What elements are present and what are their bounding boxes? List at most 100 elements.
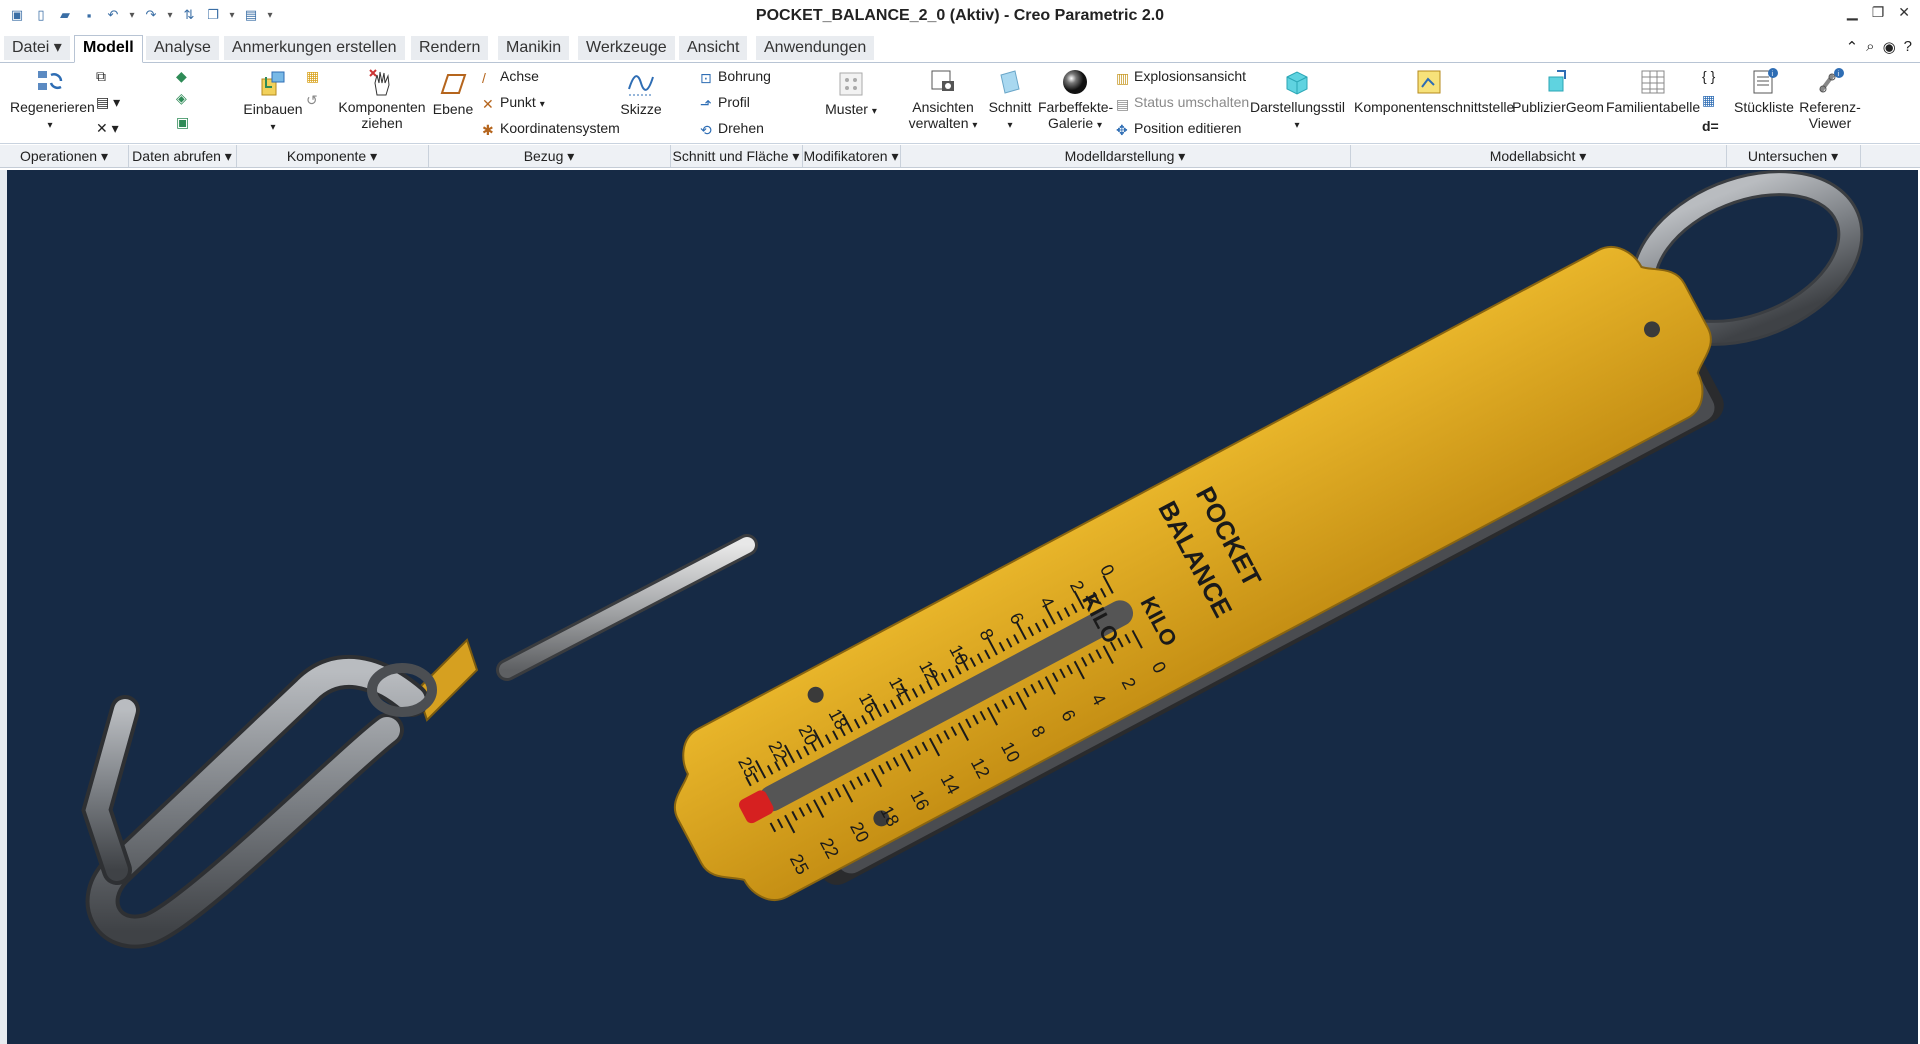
close-icon[interactable]: ✕ xyxy=(1898,4,1910,21)
window-controls: ▁ ❐ ✕ xyxy=(1847,4,1910,21)
group-label: Daten abrufen xyxy=(132,148,221,164)
regenerieren-button[interactable]: Regenerieren ▾ xyxy=(10,67,95,134)
tab-ansicht[interactable]: Ansicht xyxy=(679,36,749,60)
group-komponente[interactable]: Komponente ▾ xyxy=(236,145,429,167)
status-umschalten-label: Status umschalten xyxy=(1134,94,1250,110)
farbeffekte-galerie-button[interactable]: Farbeffekte- Galerie ▾ xyxy=(1038,67,1113,134)
toggle-status-icon: ▤ xyxy=(1116,96,1130,112)
group-untersuchen[interactable]: Untersuchen ▾ xyxy=(1726,145,1861,167)
tab-analyse[interactable]: Analyse xyxy=(146,36,220,60)
tab-rendern[interactable]: Rendern xyxy=(411,36,490,60)
community-icon[interactable]: ◉ xyxy=(1883,38,1896,56)
einbauen-label: Einbauen xyxy=(243,101,303,117)
hook xyxy=(81,654,437,949)
tab-manikin[interactable]: Manikin xyxy=(498,36,571,60)
tab-label: Datei xyxy=(12,39,50,56)
status-umschalten-button[interactable]: ▤ Status umschalten xyxy=(1116,93,1250,112)
publiziergeom-button[interactable]: PublizierGeom xyxy=(1512,67,1604,115)
tab-werkzeuge[interactable]: Werkzeuge xyxy=(578,36,676,60)
ebene-button[interactable]: Ebene xyxy=(432,69,474,117)
left-edge-panel xyxy=(0,170,7,1044)
schnitt-label: Schnitt xyxy=(988,99,1032,115)
repeat-component-icon[interactable]: ↺ xyxy=(306,91,318,109)
help-icon[interactable]: ? xyxy=(1904,38,1912,56)
search-icon[interactable]: ⌕ xyxy=(1866,38,1874,56)
koordinatensystem-button[interactable]: ✱ Koordinatensystem xyxy=(482,119,620,138)
restore-icon[interactable]: ❐ xyxy=(1872,4,1885,21)
komponenten-ziehen-label-1: Komponenten xyxy=(338,99,426,115)
minimize-icon[interactable]: ▁ xyxy=(1847,4,1858,21)
copy-geometry-icon[interactable]: ◈ xyxy=(176,89,187,107)
darstellungsstil-button[interactable]: Darstellungsstil ▾ xyxy=(1250,67,1345,134)
pocket-balance-model: KILO KILO POCKET BALANCE 002244668810101… xyxy=(81,170,1864,949)
window-title: POCKET_BALANCE_2_0 (Aktiv) - Creo Parame… xyxy=(755,7,1165,24)
group-label: Modelldarstellung xyxy=(1064,148,1175,164)
axis-icon: / xyxy=(482,70,486,86)
group-bezug[interactable]: Bezug ▾ xyxy=(428,145,671,167)
drehen-button[interactable]: ⟲ Drehen xyxy=(700,119,764,138)
bohrung-button[interactable]: ⊡ Bohrung xyxy=(700,67,771,86)
collapse-ribbon-icon[interactable]: ⌃ xyxy=(1846,38,1859,56)
group-label: Bezug xyxy=(523,148,564,164)
ribbon: Regenerieren ▾ ⧉ ▤ ▾ ✕ ▾ ◆ ◈ ▣ Einbauen ▾ … xyxy=(0,63,1920,144)
ansichten-verwalten-button[interactable]: Ansichten verwalten ▾ xyxy=(906,67,980,134)
group-daten-abrufen[interactable]: Daten abrufen ▾ xyxy=(128,145,237,167)
ribbon-tabs: Datei ▾ Modell Analyse Anmerkungen erste… xyxy=(0,34,1920,63)
appearance-sphere-icon xyxy=(1063,70,1087,94)
explosionsansicht-label: Explosionsansicht xyxy=(1134,68,1247,84)
familientabelle-label: Familientabelle xyxy=(1606,99,1701,115)
relations-icon[interactable]: { } xyxy=(1702,67,1715,85)
referenz-viewer-button[interactable]: i Referenz- Viewer xyxy=(1798,67,1862,131)
explosionsansicht-button[interactable]: ▥ Explosionsansicht xyxy=(1116,67,1247,86)
komponentenschnittstelle-button[interactable]: Komponentenschnittstelle xyxy=(1354,67,1514,115)
tab-modell[interactable]: Modell xyxy=(74,35,143,63)
tab-anmerkungen-erstellen[interactable]: Anmerkungen erstellen xyxy=(224,36,406,60)
muster-button[interactable]: Muster ▾ xyxy=(820,69,882,120)
group-schnitt-und-flaeche[interactable]: Schnitt und Fläche ▾ xyxy=(670,145,803,167)
d-equals-button[interactable]: d= xyxy=(1702,117,1719,135)
shrinkwrap-icon[interactable]: ▣ xyxy=(176,113,189,131)
group-modifikatoren[interactable]: Modifikatoren ▾ xyxy=(802,145,901,167)
familientabelle-button[interactable]: Familientabelle xyxy=(1606,67,1700,115)
schnitt-button[interactable]: Schnitt ▾ xyxy=(984,67,1036,134)
stueckliste-label: Stückliste xyxy=(1734,99,1794,115)
ebene-label: Ebene xyxy=(432,101,474,117)
drag-hand-icon xyxy=(369,69,390,96)
reference-viewer-icon: i xyxy=(1819,68,1844,93)
exploded-view-icon: ▥ xyxy=(1116,70,1130,86)
stueckliste-button[interactable]: i Stückliste xyxy=(1732,67,1796,115)
extrude-icon: ⬏ xyxy=(700,96,712,112)
user-defined-feature-icon[interactable]: ◆ xyxy=(176,67,187,85)
group-label: Modellabsicht xyxy=(1489,148,1576,164)
delete-icon[interactable]: ✕ ▾ xyxy=(96,119,119,137)
copy-icon[interactable]: ⧉ xyxy=(96,67,106,85)
skizze-button[interactable]: Skizze xyxy=(616,69,666,117)
komponenten-ziehen-button[interactable]: Komponenten ziehen xyxy=(338,67,426,131)
ribbon-group-labels: Operationen ▾ Daten abrufen ▾ Komponente… xyxy=(0,145,1920,168)
group-operationen[interactable]: Operationen ▾ xyxy=(0,145,129,167)
einbauen-button[interactable]: Einbauen ▾ xyxy=(240,69,306,136)
punkt-label: Punkt xyxy=(500,94,536,110)
achse-button[interactable]: / Achse xyxy=(482,67,539,86)
parameters-icon[interactable]: ▦ xyxy=(1702,91,1715,109)
component-interface-icon xyxy=(1417,70,1441,94)
punkt-button[interactable]: ✕ Punkt ▾ xyxy=(482,93,545,112)
ansichten-label-1: Ansichten xyxy=(912,99,974,115)
referenz-label-2: Viewer xyxy=(1808,115,1852,131)
section-icon xyxy=(1000,70,1020,94)
tab-anwendungen[interactable]: Anwendungen xyxy=(756,36,876,60)
display-style-icon xyxy=(1286,71,1308,95)
group-modelldarstellung[interactable]: Modelldarstellung ▾ xyxy=(900,145,1351,167)
group-modellabsicht[interactable]: Modellabsicht ▾ xyxy=(1350,145,1727,167)
create-component-icon[interactable]: ▦ xyxy=(306,67,319,85)
sketch-icon xyxy=(628,75,654,96)
komponenten-ziehen-label-2: ziehen xyxy=(361,115,403,131)
paste-icon[interactable]: ▤ ▾ xyxy=(96,93,120,111)
tab-datei[interactable]: Datei ▾ xyxy=(4,36,71,60)
graphics-viewport[interactable]: KILO KILO POCKET BALANCE 0 0 2 2 4 4 6 6 8 8 10 10 1… xyxy=(7,170,1918,1044)
position-editieren-button[interactable]: ✥ Position editieren xyxy=(1116,119,1241,138)
group-label: Untersuchen xyxy=(1747,148,1828,164)
group-label: Schnitt und Fläche xyxy=(672,148,789,164)
profil-button[interactable]: ⬏ Profil xyxy=(700,93,750,112)
regenerieren-label: Regenerieren xyxy=(10,99,95,115)
